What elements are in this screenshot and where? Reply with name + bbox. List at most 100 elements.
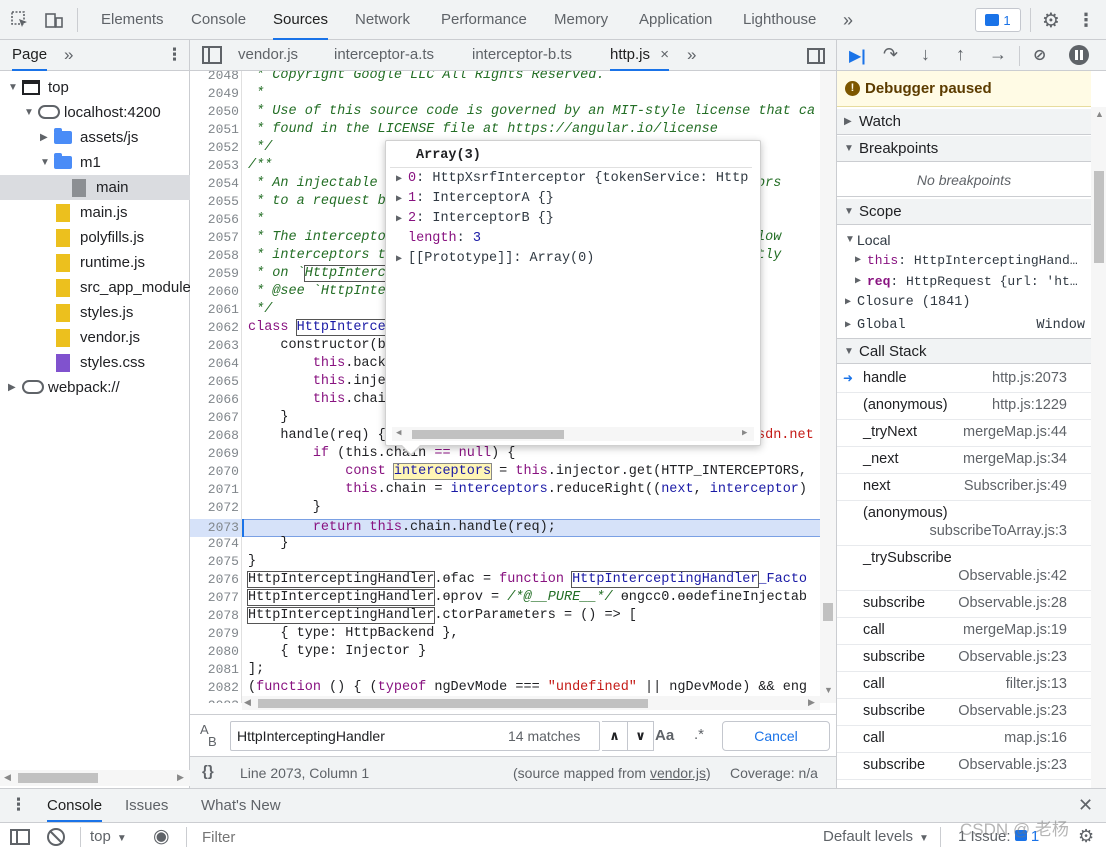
next-match-chevron-down-icon[interactable]: ∨ — [628, 721, 654, 751]
tab-performance[interactable]: Performance — [441, 0, 527, 40]
line-number[interactable]: 2050 — [190, 103, 239, 121]
collapsed-triangle-icon[interactable]: ▶ — [40, 125, 50, 150]
customize-menu-kebab-icon[interactable]: ⋮ — [1076, 10, 1096, 30]
expanded-triangle-icon[interactable]: ▼ — [8, 75, 18, 100]
toggle-debugger-icon[interactable] — [807, 48, 825, 64]
step-into-icon[interactable]: ↓ — [921, 44, 930, 65]
tab-sources[interactable]: Sources — [273, 0, 329, 40]
line-number[interactable]: 2064 — [190, 355, 239, 373]
popover-horizontal-scrollbar[interactable]: ◀ ▶ — [392, 427, 754, 441]
tree-item[interactable]: ▶ webpack:// — [0, 375, 190, 400]
tab-memory[interactable]: Memory — [554, 0, 608, 40]
line-number[interactable]: 2055 — [190, 193, 239, 211]
navigator-horizontal-scrollbar[interactable]: ◀ ▶ — [0, 770, 190, 786]
console-settings-gear-icon[interactable]: ⚙ — [1078, 826, 1094, 847]
line-number[interactable]: 2072 — [190, 499, 239, 517]
popover-array-item[interactable]: ▶ 2: InterceptorB {} — [396, 209, 766, 229]
scroll-thumb[interactable] — [412, 430, 564, 439]
scroll-left-arrow-icon[interactable]: ◀ — [396, 428, 401, 438]
tree-item[interactable]: src_app_modules — [0, 275, 198, 300]
tab-elements[interactable]: Elements — [101, 0, 164, 40]
watch-section-header[interactable]: ▶ Watch — [837, 109, 1091, 135]
line-number[interactable]: 2049 — [190, 85, 239, 103]
show-console-sidebar-icon[interactable] — [10, 829, 30, 845]
replace-toggle-icon[interactable]: AB — [200, 723, 217, 748]
scroll-right-arrow-icon[interactable]: ▶ — [808, 697, 815, 708]
clear-console-icon[interactable] — [47, 828, 65, 846]
tree-item[interactable]: runtime.js — [0, 250, 190, 275]
close-tab-icon[interactable]: × — [660, 46, 669, 63]
tree-item[interactable]: ▶ assets/js — [0, 125, 190, 150]
line-number[interactable]: 2076 — [190, 571, 239, 589]
issues-counter-button[interactable]: 1 — [975, 8, 1021, 32]
editor-vertical-scrollbar[interactable]: ▼ — [820, 71, 836, 703]
line-number[interactable]: 2078 — [190, 607, 239, 625]
previous-match-chevron-up-icon[interactable]: ∧ — [602, 721, 628, 751]
close-drawer-icon[interactable]: ✕ — [1078, 795, 1093, 816]
tab-network[interactable]: Network — [355, 0, 410, 40]
line-number[interactable]: 2071 — [190, 481, 239, 499]
scroll-up-arrow-icon[interactable]: ▲ — [1095, 109, 1104, 119]
scroll-thumb[interactable] — [823, 603, 833, 621]
line-number[interactable]: 2068 — [190, 427, 239, 445]
hovered-variable-interceptors[interactable]: interceptors — [392, 463, 493, 480]
line-number[interactable]: 2051 — [190, 121, 239, 139]
tree-item[interactable]: main.js — [0, 200, 190, 225]
line-number[interactable]: 2054 — [190, 175, 239, 193]
line-number[interactable]: 2048 — [190, 71, 239, 85]
scroll-left-arrow-icon[interactable]: ◀ — [244, 697, 251, 708]
live-expression-eye-icon[interactable]: ◉ — [153, 825, 170, 848]
navigator-menu-kebab-icon[interactable]: ⋮ — [166, 45, 183, 65]
scroll-down-arrow-icon[interactable]: ▼ — [824, 685, 833, 695]
call-frame[interactable]: call map.js:16 — [837, 726, 1091, 753]
line-number[interactable]: 2081 — [190, 661, 239, 679]
scroll-right-arrow-icon[interactable]: ▶ — [742, 428, 747, 438]
call-frame[interactable]: _next mergeMap.js:34 — [837, 447, 1091, 474]
tree-item[interactable]: ▼ localhost:4200 — [0, 100, 190, 125]
breakpoints-section-header[interactable]: ▼ Breakpoints — [837, 136, 1091, 162]
tree-item[interactable]: ▼ top — [0, 75, 190, 100]
variable-preview-popover[interactable]: Array(3) ▶ 0: HttpXsrfInterceptor {token… — [385, 140, 761, 446]
tab-application[interactable]: Application — [639, 0, 712, 40]
call-frame[interactable]: _tryNext mergeMap.js:44 — [837, 420, 1091, 447]
call-frame[interactable]: call mergeMap.js:19 — [837, 618, 1091, 645]
tree-item[interactable]: ▼ m1 — [0, 150, 190, 175]
drawer-tab-console[interactable]: Console — [47, 789, 103, 822]
line-number[interactable]: 2053 — [190, 157, 239, 175]
call-frame[interactable]: (anonymous) subscribeToArray.js:3 — [837, 501, 1091, 546]
deactivate-breakpoints-icon[interactable]: ⊘ — [1033, 45, 1046, 65]
step-icon[interactable]: → — [989, 44, 1007, 65]
call-frame[interactable]: subscribe Observable.js:23 — [837, 753, 1091, 780]
line-number[interactable]: 2058 — [190, 247, 239, 265]
step-over-icon[interactable]: ↷ — [883, 44, 898, 65]
call-frame[interactable]: subscribe Observable.js:28 — [837, 591, 1091, 618]
source-map-link[interactable]: vendor.js — [650, 765, 706, 781]
tree-item[interactable]: styles.css — [0, 350, 190, 375]
line-number[interactable]: 2069 — [190, 445, 239, 463]
collapsed-triangle-icon[interactable]: ▶ — [8, 375, 18, 400]
drawer-tab-issues[interactable]: Issues — [125, 789, 168, 822]
line-number[interactable]: 2074 — [190, 535, 239, 553]
resume-execution-icon[interactable]: ▶| — [849, 46, 866, 66]
popover-prototype-row[interactable]: ▶ [[Prototype]]: Array(0) — [396, 249, 766, 269]
line-number[interactable]: 2063 — [190, 337, 239, 355]
tab-console[interactable]: Console — [191, 0, 246, 40]
drawer-tab-whats-new[interactable]: What's New — [201, 789, 281, 822]
line-number[interactable]: 2080 — [190, 643, 239, 661]
console-filter-input[interactable] — [196, 825, 806, 849]
pause-on-exceptions-icon[interactable] — [1069, 45, 1089, 65]
tree-item[interactable]: styles.js — [0, 300, 190, 325]
log-levels-select[interactable]: Default levels ▼ — [823, 828, 929, 845]
line-number[interactable]: 2065 — [190, 373, 239, 391]
line-number[interactable]: 2061 — [190, 301, 239, 319]
more-tabs-chevron-icon[interactable]: » — [838, 10, 858, 30]
line-number[interactable]: 2077 — [190, 589, 239, 607]
line-number[interactable]: 2066 — [190, 391, 239, 409]
file-tab-interceptor-a[interactable]: interceptor-a.ts — [334, 40, 434, 71]
tab-lighthouse[interactable]: Lighthouse — [743, 0, 816, 40]
call-frame[interactable]: subscribe Observable.js:23 — [837, 645, 1091, 672]
line-number[interactable]: 2057 — [190, 229, 239, 247]
call-frame[interactable]: _trySubscribe Observable.js:42 — [837, 546, 1091, 591]
line-number[interactable]: 2062 — [190, 319, 239, 337]
file-tab-http-js[interactable]: http.js × — [610, 40, 669, 71]
